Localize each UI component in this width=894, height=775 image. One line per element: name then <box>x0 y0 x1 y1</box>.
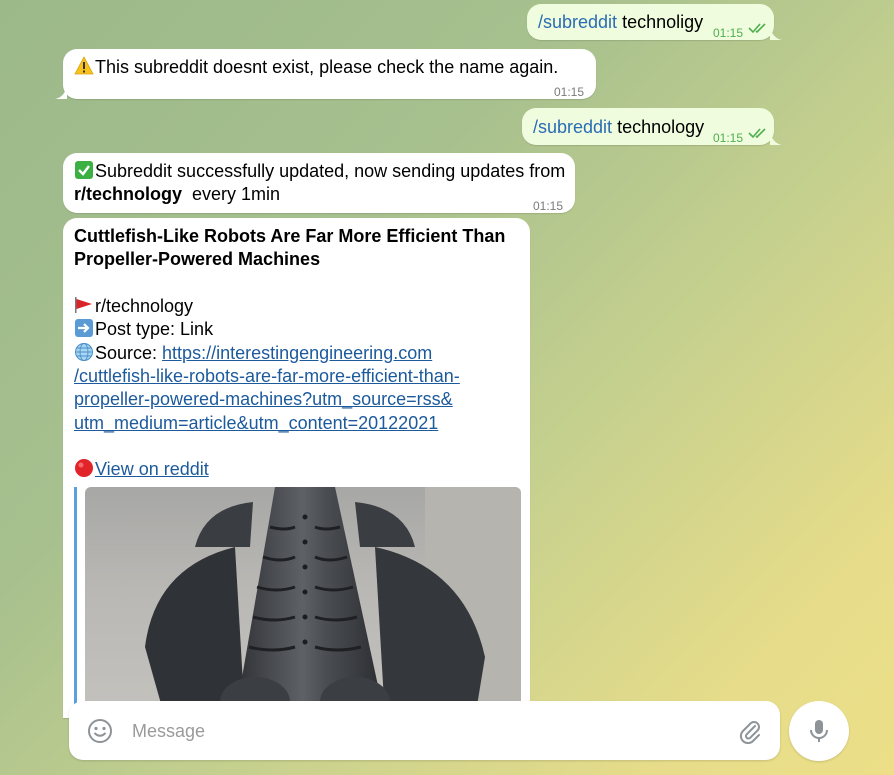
source-url-link-line-4[interactable]: utm_medium=article&utm_content=20122021 <box>74 412 438 435</box>
link-preview-bar <box>74 487 77 718</box>
source-label: Source: <box>95 343 163 363</box>
command-link[interactable]: /subreddit <box>533 117 612 137</box>
smile-icon[interactable] <box>87 718 113 744</box>
attach-icon[interactable] <box>737 718 763 744</box>
post-subreddit: r/technology <box>95 296 194 316</box>
post-title: Cuttlefish-Like Robots Are Far More Effi… <box>74 226 506 269</box>
post-type: Post type: Link <box>95 319 214 339</box>
command-link[interactable]: /subreddit <box>538 12 617 32</box>
message-text: technology <box>612 117 705 137</box>
bubble-tail <box>770 26 782 40</box>
message-input[interactable] <box>130 715 714 747</box>
source-url-link-line-2[interactable]: /cuttlefish-like-robots-are-far-more-eff… <box>74 365 460 388</box>
source-url-link-line-3[interactable]: propeller-powered-machines?utm_source=rs… <box>74 388 453 411</box>
message-time: 01:15 <box>554 85 585 99</box>
globe-icon <box>75 343 93 361</box>
message-text: technoligy <box>617 12 704 32</box>
red-circle-icon <box>75 459 93 477</box>
source-url-link[interactable]: https://interestingengineering.com <box>162 343 432 363</box>
bubble-tail <box>55 85 67 99</box>
message-time: 01:15 <box>713 131 744 145</box>
robot-image <box>145 487 521 718</box>
check-icon <box>75 161 93 179</box>
interval-text: every 1min <box>192 184 281 204</box>
read-ticks-icon <box>748 128 766 139</box>
incoming-message-2: Subreddit successfully updated, now send… <box>63 153 575 213</box>
bubble-tail <box>770 131 782 145</box>
outgoing-message-1[interactable]: /subreddit technoligy 01:15 <box>527 4 782 40</box>
voice-record-button[interactable] <box>789 701 849 761</box>
flag-icon <box>75 297 92 313</box>
outgoing-message-2[interactable]: /subreddit technology 01:15 <box>522 108 782 145</box>
mic-icon <box>810 720 828 742</box>
incoming-message-1: This subreddit doesnt exist, please chec… <box>55 49 596 99</box>
message-time: 01:15 <box>533 199 564 213</box>
warning-icon <box>74 56 94 75</box>
subreddit-name: r/technology <box>74 184 183 204</box>
incoming-post-message: Cuttlefish-Like Robots Are Far More Effi… <box>63 218 530 718</box>
message-text: Subreddit successfully updated, now send… <box>95 161 566 181</box>
view-on-reddit-link[interactable]: View on reddit <box>95 459 209 479</box>
link-preview-image[interactable] <box>85 487 521 718</box>
message-composer <box>69 701 780 760</box>
read-ticks-icon <box>748 23 766 34</box>
arrow-right-icon <box>75 319 93 337</box>
message-text: This subreddit doesnt exist, please chec… <box>95 57 559 77</box>
message-time: 01:15 <box>713 26 744 40</box>
